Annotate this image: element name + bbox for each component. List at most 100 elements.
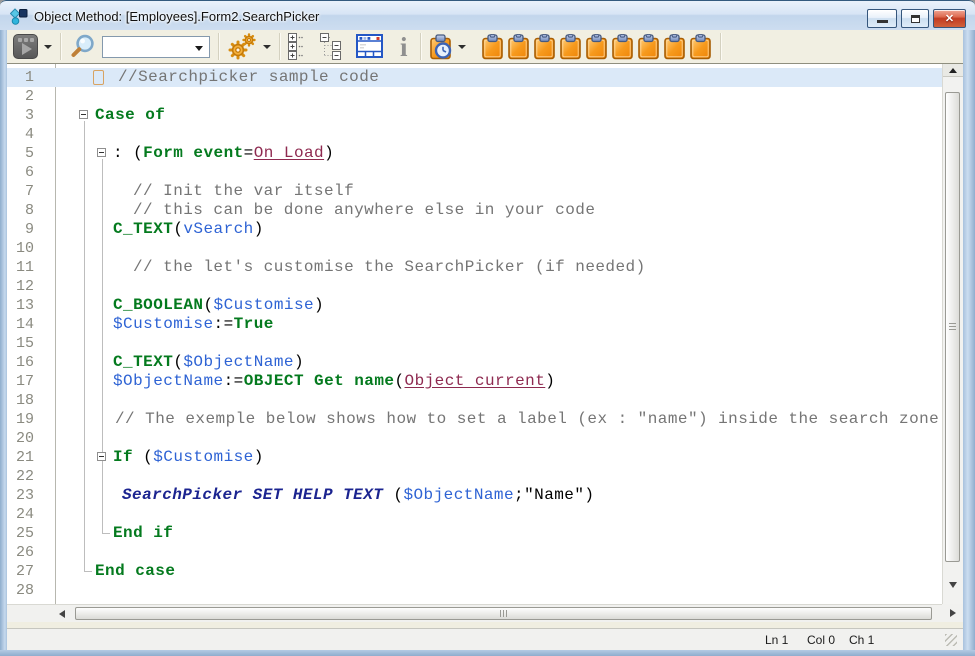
vertical-scrollbar[interactable] bbox=[942, 64, 963, 604]
line-number: 17 bbox=[7, 372, 34, 391]
line-number: 25 bbox=[7, 524, 34, 543]
line-number: 3 bbox=[7, 106, 34, 125]
code-line[interactable]: $Customise:=True bbox=[113, 315, 274, 334]
fold-collapse-icon[interactable] bbox=[97, 452, 106, 461]
line-number: 13 bbox=[7, 296, 34, 315]
toolbar-separator bbox=[60, 33, 61, 60]
code-line[interactable]: C_TEXT($ObjectName) bbox=[113, 353, 304, 372]
clipboard-button[interactable] bbox=[690, 34, 711, 60]
code-line[interactable]: // The exemple below shows how to set a … bbox=[115, 410, 939, 429]
split-arrow-icon bbox=[949, 68, 957, 73]
code-line[interactable]: C_BOOLEAN($Customise) bbox=[113, 296, 324, 315]
form-window-icon bbox=[356, 34, 383, 59]
line-number: 23 bbox=[7, 486, 34, 505]
code-line[interactable]: Case of bbox=[95, 106, 165, 125]
text-caret bbox=[93, 70, 104, 85]
minimize-icon bbox=[877, 20, 888, 23]
code-line[interactable]: : (Form event=On Load) bbox=[113, 144, 334, 163]
vertical-scrollbar-thumb[interactable] bbox=[945, 92, 960, 562]
scroll-left-arrow[interactable] bbox=[59, 610, 65, 618]
window-border-left bbox=[0, 30, 7, 650]
macros-dropdown-arrow[interactable] bbox=[263, 45, 271, 49]
status-character: Ch 1 bbox=[849, 633, 874, 647]
maximize-icon bbox=[911, 15, 920, 23]
fold-collapse-icon[interactable] bbox=[97, 148, 106, 157]
titlebar[interactable]: Object Method: [Employees].Form2.SearchP… bbox=[0, 0, 975, 30]
gears-icon bbox=[227, 33, 257, 60]
clipboard-icon bbox=[560, 34, 581, 60]
code-editor[interactable]: 1//Searchpicker sample code23Case of45: … bbox=[7, 64, 942, 604]
fold-collapse-icon[interactable] bbox=[79, 110, 88, 119]
collapse-all-button[interactable] bbox=[319, 33, 343, 60]
close-icon: ✕ bbox=[934, 10, 965, 27]
scroll-down-arrow[interactable] bbox=[949, 582, 957, 588]
code-line[interactable]: If ($Customise) bbox=[113, 448, 264, 467]
clipboard-button[interactable] bbox=[508, 34, 529, 60]
execute-dropdown-arrow[interactable] bbox=[44, 45, 52, 49]
clipboard-button[interactable] bbox=[638, 34, 659, 60]
code-line[interactable]: //Searchpicker sample code bbox=[118, 68, 379, 87]
toolbar-separator bbox=[279, 33, 280, 60]
clipboard-icon bbox=[586, 34, 607, 60]
search-input[interactable] bbox=[105, 38, 193, 56]
magnifier-icon bbox=[69, 33, 96, 60]
clipboard-icon bbox=[664, 34, 685, 60]
line-number: 8 bbox=[7, 201, 34, 220]
code-line[interactable]: SearchPicker SET HELP TEXT ($ObjectName;… bbox=[122, 486, 594, 505]
close-button[interactable]: ✕ bbox=[933, 9, 966, 28]
expand-all-button[interactable] bbox=[288, 33, 306, 60]
window-controls: ✕ bbox=[863, 9, 966, 28]
toolbar-separator bbox=[420, 33, 421, 60]
clipboard-history-dropdown-arrow[interactable] bbox=[458, 45, 466, 49]
line-number: 4 bbox=[7, 125, 34, 144]
split-pane-handle[interactable] bbox=[943, 64, 964, 77]
clipboard-button[interactable] bbox=[664, 34, 685, 60]
line-number: 24 bbox=[7, 505, 34, 524]
maximize-button[interactable] bbox=[901, 9, 929, 28]
macros-button[interactable] bbox=[227, 33, 257, 60]
line-number: 19 bbox=[7, 410, 34, 429]
horizontal-scrollbar[interactable] bbox=[7, 604, 942, 622]
code-line[interactable]: // this can be done anywhere else in you… bbox=[133, 201, 595, 220]
code-line[interactable]: $ObjectName:=OBJECT Get name(Object curr… bbox=[113, 372, 555, 391]
clipboard-history-button[interactable] bbox=[429, 34, 452, 60]
clipboard-button[interactable] bbox=[560, 34, 581, 60]
line-number: 1 bbox=[7, 68, 34, 87]
execute-method-button[interactable] bbox=[13, 34, 38, 59]
code-line[interactable]: // Init the var itself bbox=[133, 182, 354, 201]
line-number: 11 bbox=[7, 258, 34, 277]
code-line[interactable]: End if bbox=[113, 524, 173, 543]
code-line[interactable]: End case bbox=[95, 562, 175, 581]
minimize-button[interactable] bbox=[867, 9, 897, 28]
information-button[interactable]: i bbox=[396, 34, 412, 60]
scroll-right-arrow[interactable] bbox=[950, 609, 956, 617]
combo-dropdown-arrow[interactable] bbox=[195, 46, 203, 51]
collapse-tree-icon bbox=[319, 33, 343, 60]
toolbar: i bbox=[7, 30, 963, 64]
show-form-button[interactable] bbox=[356, 34, 383, 59]
status-column: Col 0 bbox=[807, 633, 835, 647]
clipboard-button[interactable] bbox=[482, 34, 503, 60]
gutter-separator bbox=[55, 64, 56, 604]
line-number: 21 bbox=[7, 448, 34, 467]
line-number: 22 bbox=[7, 467, 34, 486]
clipboard-button[interactable] bbox=[534, 34, 555, 60]
clipboard-icon bbox=[534, 34, 555, 60]
scrollbar-grip bbox=[949, 323, 956, 330]
clipboard-icon bbox=[482, 34, 503, 60]
clipboard-button[interactable] bbox=[612, 34, 633, 60]
clipboard-icon bbox=[690, 34, 711, 60]
horizontal-scrollbar-thumb[interactable] bbox=[75, 607, 932, 620]
search-combobox[interactable] bbox=[102, 36, 210, 58]
code-line[interactable]: C_TEXT(vSearch) bbox=[113, 220, 264, 239]
line-number: 28 bbox=[7, 581, 34, 600]
code-line[interactable]: // the let's customise the SearchPicker … bbox=[133, 258, 646, 277]
clipboard-icon bbox=[508, 34, 529, 60]
clipboard-clock-icon bbox=[429, 34, 452, 60]
line-number: 15 bbox=[7, 334, 34, 353]
clipboard-button[interactable] bbox=[586, 34, 607, 60]
resize-grip[interactable] bbox=[945, 634, 957, 646]
line-number: 9 bbox=[7, 220, 34, 239]
clipboard-icon bbox=[638, 34, 659, 60]
scrollbar-corner[interactable] bbox=[942, 604, 963, 622]
